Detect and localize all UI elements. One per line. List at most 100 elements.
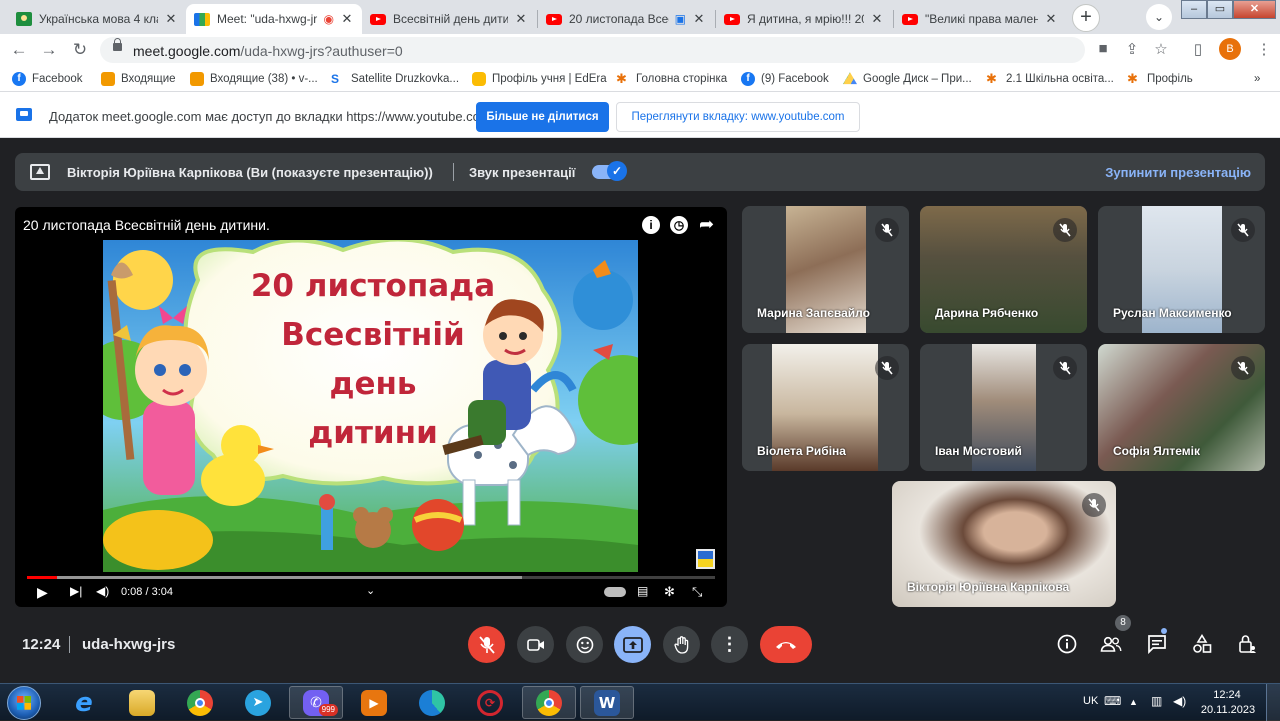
reactions-button[interactable] [566,626,603,663]
camera-button[interactable] [517,626,554,663]
volume-icon[interactable]: ◀) [96,584,109,598]
participant-name: Марина Запєвайло [757,306,870,320]
media-player-button[interactable]: ▶ [350,686,398,719]
bookmark-home[interactable]: ✱ Головна сторінка [616,70,727,87]
telegram-button[interactable]: ➤ [234,686,282,719]
tab-youtube-4[interactable]: "Великі права малень ✕ [894,4,1066,34]
unread-indicator [1161,628,1167,634]
participant-tile-self[interactable]: Вікторія Юріївна Карпікова [892,481,1116,607]
close-icon[interactable]: ✕ [1044,11,1058,27]
microphone-button[interactable] [468,626,505,663]
back-icon[interactable]: ← [8,39,30,61]
present-now-button[interactable] [614,626,651,663]
volume-icon[interactable]: ◀) [1173,694,1186,708]
share-arrow-icon[interactable]: ➦ [699,214,714,235]
watch-later-icon[interactable]: ◷ [670,216,688,234]
participant-tile[interactable]: Віолета Рибіна [742,344,909,471]
internet-explorer-button[interactable]: e [60,686,108,719]
close-icon[interactable]: ✕ [340,11,354,27]
participant-tile[interactable]: Дарина Рябченко [920,206,1087,333]
video-progress-bar[interactable] [27,576,715,579]
share-icon[interactable]: ⇪ [1122,40,1142,58]
tab-meet[interactable]: Meet: "uda-hxwg-jr ◉ ✕ [186,4,362,34]
chrome-button[interactable] [176,686,224,719]
participant-tile[interactable]: Софія Ялтемік [1098,344,1265,471]
forward-icon[interactable]: → [38,39,60,61]
input-language[interactable]: UK [1083,695,1098,707]
participant-tile[interactable]: Руслан Максименко [1098,206,1265,333]
network-icon[interactable]: ▥ [1151,694,1162,708]
system-clock-date[interactable]: 20.11.2023 [1198,704,1258,716]
info-icon [1057,634,1077,654]
tab-youtube-2[interactable]: 20 листопада Всес ▣ ✕ [538,4,714,34]
bookmark-school-education[interactable]: ✱ 2.1 Шкільна освіта... [986,70,1114,87]
menu-icon[interactable]: ⋮ [1254,40,1274,58]
bookmark-satellite[interactable]: S Satellite Druzkovka... [331,70,459,87]
chrome-window-button[interactable] [522,686,576,719]
stop-sharing-button[interactable]: Більше не ділитися [476,102,609,132]
edera-icon [472,71,486,86]
close-icon[interactable]: ✕ [692,11,706,27]
stop-presenting-button[interactable]: Зупинити презентацію [1105,165,1251,180]
tab-search-button[interactable]: ⌄ [1146,4,1172,30]
reload-icon[interactable]: ↻ [69,39,91,61]
tab-youtube-1[interactable]: Всесвітній день дитин ✕ [362,4,536,34]
chat-button[interactable] [1145,632,1169,656]
people-button[interactable] [1099,632,1123,656]
more-options-button[interactable]: ⋮ [711,626,748,663]
maximize-button[interactable]: ▭ [1207,0,1233,19]
camera-in-use-icon[interactable]: ■ [1093,40,1113,57]
address-bar[interactable]: meet.google.com/uda-hxwg-jrs?authuser=0 [100,37,1085,63]
chevron-down-icon[interactable]: ⌄ [366,584,375,597]
subtitles-icon[interactable]: ▤ [637,584,648,598]
profile-avatar[interactable]: B [1219,38,1241,60]
activities-button[interactable] [1190,632,1214,656]
settings-icon[interactable]: ✻ [664,584,675,600]
bookmark-star-icon[interactable]: ☆ [1151,40,1171,58]
check-icon[interactable]: ✓ [607,161,627,181]
youtube-icon [546,11,562,27]
start-button[interactable] [7,686,41,720]
play-icon[interactable]: ▶ [37,584,48,601]
view-tab-button[interactable]: Переглянути вкладку: www.youtube.com [616,102,860,132]
keyboard-icon[interactable]: ⌨ [1104,694,1121,708]
bookmark-google-drive[interactable]: Google Диск – При... [843,70,972,87]
participant-tile[interactable]: Марина Запєвайло [742,206,909,333]
file-explorer-button[interactable] [118,686,166,719]
close-icon[interactable]: ✕ [164,11,178,27]
info-icon[interactable]: i [642,216,660,234]
show-desktop-button[interactable] [1266,684,1280,721]
side-panel-icon[interactable]: ▯ [1188,40,1208,58]
tab-youtube-3[interactable]: Я дитина, я мрію!!! 20 ✕ [716,4,892,34]
host-controls-button[interactable] [1235,632,1259,656]
new-tab-button[interactable]: + [1072,4,1100,32]
bookmark-profile[interactable]: ✱ Профіль [1127,70,1193,87]
close-icon[interactable]: ✕ [870,11,884,27]
edge-button[interactable] [408,686,456,719]
close-window-button[interactable]: ✕ [1233,0,1276,19]
bookmark-facebook[interactable]: f Facebook [12,70,83,87]
tab-ukrainian-lesson[interactable]: Українська мова 4 кла ✕ [8,4,186,34]
presentation-video[interactable]: 20 листопада Всесвітній день дитини. i ◷… [15,207,727,607]
meeting-details-button[interactable] [1055,632,1079,656]
bookmark-facebook-9[interactable]: f (9) Facebook [741,70,829,87]
bookmark-inbox-38[interactable]: Входящие (38) • v-... [190,70,318,87]
viber-button[interactable]: ✆ 999 [289,686,343,719]
close-icon[interactable]: ✕ [514,11,528,27]
leave-call-button[interactable] [760,626,812,663]
bookmark-edera[interactable]: Профіль учня | EdEra [472,70,607,87]
fullscreen-icon[interactable]: ⤡ [692,584,702,600]
minimize-button[interactable]: – [1181,0,1207,19]
next-icon[interactable]: ▶| [70,584,82,598]
bookmark-inbox[interactable]: Входящие [101,70,176,87]
more-bookmarks-button[interactable]: » [1254,70,1260,87]
autoplay-toggle[interactable] [604,587,626,597]
raise-hand-button[interactable] [663,626,700,663]
opera-button[interactable]: ⟳ [466,686,514,719]
chevron-up-icon[interactable]: ▲ [1129,697,1138,707]
system-clock-time[interactable]: 12:24 [1202,689,1252,701]
divider [69,636,70,653]
tab-sharing-infobar: Додаток meet.google.com має доступ до вк… [0,92,1280,138]
participant-tile[interactable]: Іван Мостовий [920,344,1087,471]
word-button[interactable]: W [580,686,634,719]
